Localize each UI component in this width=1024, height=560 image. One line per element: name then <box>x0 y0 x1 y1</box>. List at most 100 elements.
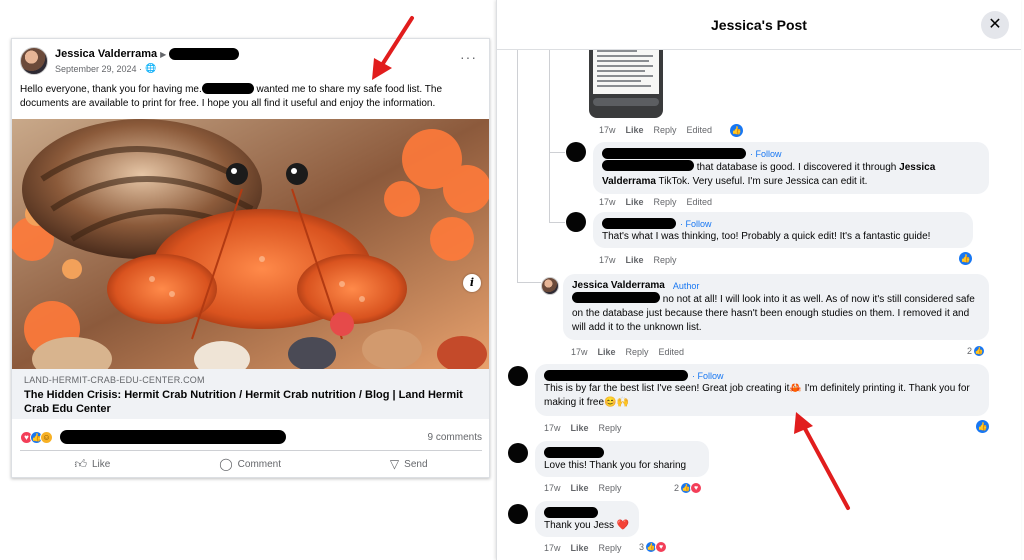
comment-time[interactable]: 17w <box>599 197 616 207</box>
send-label: Send <box>404 458 428 470</box>
commenter-avatar[interactable] <box>508 504 528 524</box>
post-card: Jessica Valderrama ▶ September 29, 2024 … <box>11 38 490 478</box>
love-reaction-icon: ♥ <box>690 482 703 494</box>
post-header: Jessica Valderrama ▶ September 29, 2024 … <box>20 47 240 75</box>
comment-text: no not at all! I will look into it as we… <box>572 292 975 333</box>
divider <box>20 450 482 451</box>
reaction-count[interactable]: 2 👍 ♥ <box>674 482 703 494</box>
comment-meta: 17w Like Reply Edited <box>599 125 712 135</box>
comment-time[interactable]: 17w <box>544 543 561 553</box>
comment-time[interactable]: 17w <box>571 347 588 357</box>
comment-reply[interactable]: Reply <box>599 483 622 493</box>
comment-like[interactable]: Like <box>571 543 589 553</box>
info-icon[interactable]: i <box>463 274 481 292</box>
like-reaction-icon[interactable]: 👍 <box>976 420 989 433</box>
comment-reply[interactable]: Reply <box>654 255 677 265</box>
comment-meta: 17w Like Reply <box>544 543 622 553</box>
comment-bubble: Jessica Valderrama Author no not at all!… <box>563 274 989 340</box>
comment-meta: 17w Like Reply <box>599 255 677 265</box>
like-reaction-icon: 👍 <box>973 345 986 357</box>
comment-like[interactable]: Like <box>626 125 644 135</box>
comment-button[interactable]: ◯ Comment <box>219 457 281 471</box>
comment-meta: 17w Like Reply <box>544 423 622 433</box>
comment-reply[interactable]: Reply <box>654 125 677 135</box>
follow-link[interactable]: · Follow <box>680 217 712 231</box>
comment-meta: 17w Like Reply Edited <box>599 197 712 207</box>
thread-line <box>549 222 565 223</box>
comment-text: That's what I was thinking, too! Probabl… <box>602 231 931 242</box>
commenter-avatar[interactable] <box>508 443 528 463</box>
comment-time[interactable]: 17w <box>544 483 561 493</box>
comment-author-name[interactable]: Jessica Valderrama <box>572 279 665 293</box>
like-button[interactable]: 👍︎ Like <box>74 457 110 472</box>
comment-reply[interactable]: Reply <box>599 423 622 433</box>
comment-reply[interactable]: Reply <box>599 543 622 553</box>
link-title[interactable]: The Hidden Crisis: Hermit Crab Nutrition… <box>24 388 477 416</box>
comment-like[interactable]: Like <box>598 347 616 357</box>
thread-line <box>549 152 565 153</box>
redacted-commenter <box>544 507 598 518</box>
comment-reply[interactable]: Reply <box>654 197 677 207</box>
author-avatar[interactable] <box>20 47 48 75</box>
comment-text: Thank you Jess ❤️ <box>544 520 630 531</box>
post-date[interactable]: September 29, 2024 · <box>55 64 142 74</box>
comment-like[interactable]: Like <box>626 255 644 265</box>
like-reaction-icon[interactable]: 👍 <box>730 124 743 137</box>
commenter-avatar[interactable] <box>508 366 528 386</box>
comment-reply[interactable]: Reply <box>626 347 649 357</box>
redacted-commenter <box>602 148 746 159</box>
reaction-count[interactable]: 2 👍 <box>967 345 986 357</box>
like-reaction-icon[interactable]: 👍 <box>959 252 972 265</box>
redacted-commenter <box>544 370 688 381</box>
redacted-commenter <box>602 218 676 229</box>
comments-count[interactable]: 9 comments <box>428 432 482 443</box>
redacted-group-name <box>169 48 240 60</box>
link-preview-image[interactable] <box>12 119 489 369</box>
comment-time[interactable]: 17w <box>599 125 616 135</box>
redacted-name <box>201 83 254 94</box>
thumbs-up-icon: 👍︎ <box>74 456 87 471</box>
more-dots-icon[interactable]: ··· <box>460 49 477 65</box>
follow-link[interactable]: · Follow <box>692 369 724 383</box>
follow-link[interactable]: · Follow <box>750 147 782 161</box>
comment-label: Comment <box>237 458 282 470</box>
like-label: Like <box>91 458 111 470</box>
send-icon: ▽ <box>389 457 400 471</box>
comment-text: that database is good. I discovered it t… <box>602 160 936 187</box>
post-text: Hello everyone, thank you for having me.… <box>20 83 443 109</box>
comment-text: This is by far the best list I've seen! … <box>544 383 970 408</box>
comment-image-thumbnail[interactable] <box>589 46 663 118</box>
globe-icon: 🌐 <box>145 63 157 73</box>
comment-edited[interactable]: Edited <box>687 125 713 135</box>
dialog-title: Jessica's Post <box>711 17 807 33</box>
comment-edited[interactable]: Edited <box>659 347 685 357</box>
comment-edited[interactable]: Edited <box>687 197 713 207</box>
commenter-avatar[interactable] <box>566 142 586 162</box>
send-button[interactable]: ▽ Send <box>390 457 428 471</box>
reaction-count[interactable]: 3 👍 ♥ <box>639 541 668 553</box>
comment-time[interactable]: 17w <box>544 423 561 433</box>
comment-bubble: · Follow that database is good. I discov… <box>593 142 989 194</box>
comment-meta: 17w Like Reply <box>544 483 622 493</box>
comment-bubble: · Follow This is by far the best list I'… <box>535 364 989 416</box>
link-domain: LAND-HERMIT-CRAB-EDU-CENTER.COM <box>24 375 205 385</box>
author-badge: Author <box>672 280 700 291</box>
comment-text: Love this! Thank you for sharing <box>544 460 687 471</box>
post-dialog: Jessica's Post ✕ 17w Like Reply Edited 👍… <box>496 0 1021 560</box>
comment-time[interactable]: 17w <box>599 255 616 265</box>
caret-right-icon: ▶ <box>160 49 167 59</box>
comment-bubble: Thank you Jess ❤️ <box>535 501 639 537</box>
redacted-commenter <box>544 447 604 458</box>
comment-like[interactable]: Like <box>571 483 589 493</box>
commenter-avatar[interactable] <box>566 212 586 232</box>
comment-bubble: · Follow That's what I was thinking, too… <box>593 212 973 248</box>
author-avatar[interactable] <box>541 277 559 295</box>
close-button[interactable]: ✕ <box>981 11 1009 39</box>
link-preview-box[interactable]: LAND-HERMIT-CRAB-EDU-CENTER.COM The Hidd… <box>12 369 489 419</box>
care-reaction-icon: ☺ <box>40 430 53 444</box>
comment-like[interactable]: Like <box>571 423 589 433</box>
redacted-reactors <box>60 430 286 444</box>
post-author-name[interactable]: Jessica Valderrama <box>55 48 157 60</box>
comment-like[interactable]: Like <box>626 197 644 207</box>
comment-bubble: Love this! Thank you for sharing <box>535 441 709 477</box>
